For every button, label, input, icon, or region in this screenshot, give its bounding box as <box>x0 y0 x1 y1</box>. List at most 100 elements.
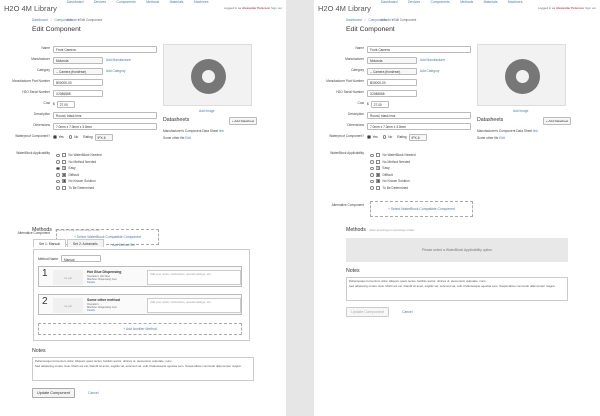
description-label: Description <box>348 112 364 117</box>
method-set-tabs: Set 1: Manual Set 2: Automatic + Add Met… <box>33 239 135 247</box>
nav-machines[interactable]: Machines <box>508 0 523 4</box>
nav-materials[interactable]: Materials <box>170 0 184 4</box>
user-name-link[interactable]: Alexander Peterson <box>556 6 584 10</box>
applicability-badge: E <box>375 166 380 171</box>
add-image-link[interactable]: Add Image <box>199 109 214 113</box>
breadcrumb-components[interactable]: Components <box>368 18 386 22</box>
datasheet-edit-link[interactable]: Edit <box>499 136 505 140</box>
step-details-link[interactable]: Details <box>87 309 95 312</box>
dimensions-input[interactable]: 7.0mm x 7.0mm x 3.0mm <box>367 122 471 130</box>
add-category-link[interactable]: Add Category <box>106 69 126 73</box>
method-step[interactable]: 1 no pic Hot Glue Dispensing Operation: … <box>38 266 242 287</box>
sign-out-link[interactable]: Sign out <box>271 6 282 10</box>
mfr-part-input[interactable]: B00000-00 <box>53 78 103 86</box>
name-input[interactable]: Front Camera <box>53 45 157 53</box>
nav-methods[interactable]: Methods <box>146 0 159 4</box>
cancel-link[interactable]: Cancel <box>402 310 413 314</box>
applicability-radio[interactable] <box>370 166 374 170</box>
h2o-serial-input[interactable]: X2086568 <box>53 89 103 97</box>
rating-select[interactable]: IPX-6 <box>408 133 427 141</box>
add-image-link[interactable]: Add Image <box>513 109 528 113</box>
datasheets-heading: Datasheets <box>477 117 504 123</box>
applicability-radio[interactable] <box>56 153 60 157</box>
sign-out-link[interactable]: Sign out <box>585 6 596 10</box>
applicability-radio[interactable] <box>56 173 60 177</box>
name-label: Name <box>355 46 364 51</box>
cancel-link[interactable]: Cancel <box>88 391 99 395</box>
step-notes-input[interactable]: Add your notes, instructions, special se… <box>147 298 241 313</box>
tab-set-automatic[interactable]: Set 2: Automatic <box>66 239 104 247</box>
main-nav: Dashboard Devices Components Methods Mat… <box>67 0 224 26</box>
applicability-radio[interactable] <box>56 166 60 170</box>
breadcrumb-dashboard[interactable]: Dashboard <box>32 18 48 22</box>
waterproof-no-radio[interactable] <box>68 135 73 139</box>
rating-select[interactable]: IPX-6 <box>94 133 113 141</box>
component-image <box>163 44 252 106</box>
notes-textarea[interactable]: Pellentesque fermentum dolor. Aliquam qu… <box>346 277 568 301</box>
add-datasheet-button[interactable]: + Add Datasheet <box>543 117 572 125</box>
method-name-label: Method Name <box>38 256 59 261</box>
dimensions-input[interactable]: 7.0mm x 7.0mm x 3.0mm <box>53 122 157 130</box>
add-manufacturer-link[interactable]: Add Manufacturer <box>420 58 445 62</box>
nav-machines[interactable]: Machines <box>194 0 209 4</box>
user-name-link[interactable]: Alexander Peterson <box>242 6 270 10</box>
add-datasheet-button[interactable]: + Add Datasheet <box>229 117 258 125</box>
nav-materials[interactable]: Materials <box>484 0 498 4</box>
applicability-radio[interactable] <box>370 186 374 190</box>
applicability-radio[interactable] <box>56 179 60 183</box>
add-manufacturer-link[interactable]: Add Manufacturer <box>106 58 131 62</box>
nav-components[interactable]: Components <box>431 0 450 4</box>
notes-textarea[interactable]: Pellentesque fermentum dolor. Aliquam qu… <box>32 357 254 381</box>
breadcrumb-components[interactable]: Components <box>54 18 72 22</box>
mfr-part-label: Manufacturer Part Number <box>12 79 50 84</box>
datasheet-link[interactable]: link <box>533 129 538 133</box>
nav-components[interactable]: Components <box>117 0 136 4</box>
mfr-part-input[interactable]: B00000-00 <box>367 78 417 86</box>
manufacturer-select[interactable]: Motorola <box>367 56 417 64</box>
applicability-radio[interactable] <box>370 173 374 177</box>
update-component-button[interactable]: Update Component <box>346 307 389 317</box>
applicability-radio[interactable] <box>370 179 374 183</box>
nav-devices[interactable]: Devices <box>94 0 106 4</box>
description-input[interactable]: Round, black lens <box>367 111 471 119</box>
description-input[interactable]: Round, black lens <box>53 111 157 119</box>
add-another-method-button[interactable]: + Add Another Method <box>38 323 242 335</box>
currency-symbol: $ <box>367 102 369 106</box>
edit-component-panel-empty: H2O 4M Library Dashboard Devices Compone… <box>314 0 600 416</box>
datasheet-edit-link[interactable]: Edit <box>185 136 191 140</box>
manufacturer-select[interactable]: Motorola <box>53 56 103 64</box>
nav-methods[interactable]: Methods <box>460 0 473 4</box>
rating-label: Rating <box>397 135 407 139</box>
applicability-radio[interactable] <box>370 160 374 164</box>
breadcrumb-dashboard[interactable]: Dashboard <box>346 18 362 22</box>
applicability-badge <box>375 153 380 158</box>
add-method-set-link[interactable]: + Add Method Set <box>110 243 135 247</box>
applicability-radio[interactable] <box>56 160 60 164</box>
category-select[interactable]: -- Camera (front/rear) <box>367 67 417 75</box>
datasheet-link[interactable]: link <box>219 129 224 133</box>
applicability-radio[interactable] <box>56 186 60 190</box>
cost-input[interactable]: 27.00 <box>370 100 389 108</box>
waterproof-no-radio[interactable] <box>382 135 387 139</box>
step-details-link[interactable]: Details <box>87 281 95 284</box>
applicability-radio[interactable] <box>370 153 374 157</box>
nav-dashboard[interactable]: Dashboard <box>381 0 398 4</box>
waterproof-yes-radio[interactable] <box>367 135 371 139</box>
nav-devices[interactable]: Devices <box>408 0 420 4</box>
tab-set-manual[interactable]: Set 1: Manual <box>33 239 66 247</box>
method-name-input[interactable]: Manual <box>61 255 102 262</box>
update-component-button[interactable]: Update Component <box>32 388 75 398</box>
cost-input[interactable]: 27.00 <box>56 100 75 108</box>
name-input[interactable]: Front Camera <box>367 45 471 53</box>
category-select[interactable]: -- Camera (front/rear) <box>53 67 103 75</box>
waterproof-yes-radio[interactable] <box>53 135 57 139</box>
method-step[interactable]: 2 no pic Some other method Operation: ..… <box>38 294 242 315</box>
nav-dashboard[interactable]: Dashboard <box>67 0 84 4</box>
h2o-serial-input[interactable]: X2086568 <box>367 89 417 97</box>
top-bar: H2O 4M Library Dashboard Devices Compone… <box>0 0 286 22</box>
add-category-link[interactable]: Add Category <box>420 69 440 73</box>
methods-hint: (click and drag to rearrange order) <box>368 228 415 232</box>
description-label: Description <box>34 112 50 117</box>
select-alt-component-button[interactable]: + Select WaterBlock Compatible Component <box>370 201 473 217</box>
step-notes-input[interactable]: Add your notes, instructions, special se… <box>147 270 241 285</box>
